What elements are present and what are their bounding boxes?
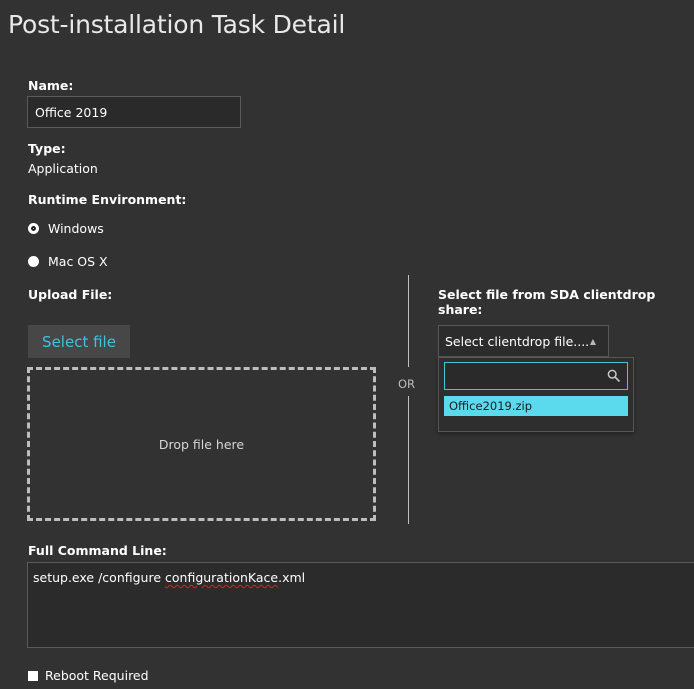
reboot-required-checkbox[interactable]: Reboot Required [28, 668, 149, 683]
radio-windows-indicator[interactable] [28, 223, 39, 234]
upload-file-label: Upload File: [28, 287, 113, 302]
radio-windows[interactable]: Windows [28, 221, 104, 236]
clientdrop-search-box[interactable] [444, 362, 628, 390]
drop-zone[interactable]: Drop file here [27, 367, 376, 521]
clientdrop-search-input[interactable] [445, 363, 612, 387]
page-title: Post-installation Task Detail [8, 10, 346, 39]
radio-windows-label: Windows [48, 221, 104, 236]
command-config-name: configurationKace [165, 570, 279, 585]
full-command-line-label: Full Command Line: [28, 543, 167, 558]
reboot-required-label: Reboot Required [45, 668, 149, 683]
drop-zone-text: Drop file here [158, 436, 245, 452]
clientdrop-select-value: Select clientdrop file.... [445, 333, 590, 349]
caret-up-icon: ▲ [589, 336, 596, 346]
radio-mac-os-x[interactable]: Mac OS X [28, 254, 108, 269]
command-prefix: setup.exe /configure [33, 570, 165, 585]
divider-bottom [408, 396, 409, 524]
clientdrop-file-select[interactable]: Select clientdrop file.... ▲ [438, 325, 609, 357]
search-icon [607, 369, 620, 382]
radio-mac-os-x-indicator[interactable] [28, 256, 39, 267]
command-line-input[interactable]: setup.exe /configure configurationKace.x… [27, 562, 694, 648]
reboot-required-box[interactable] [28, 670, 38, 681]
clientdrop-share-label: Select file from SDA clientdrop share: [438, 287, 656, 317]
or-separator: OR [398, 377, 416, 391]
name-input[interactable] [27, 96, 241, 128]
runtime-environment-label: Runtime Environment: [28, 192, 187, 207]
type-value: Application [28, 161, 98, 176]
radio-mac-os-x-label: Mac OS X [48, 254, 108, 269]
type-label: Type: [28, 141, 66, 156]
dropdown-option[interactable]: Office2019.zip [444, 396, 628, 416]
select-file-button[interactable]: Select file [28, 325, 130, 358]
command-suffix: .xml [278, 570, 306, 585]
divider-top [408, 275, 409, 367]
name-label: Name: [28, 78, 74, 93]
clientdrop-dropdown: Office2019.zip [438, 357, 634, 432]
command-line-text: setup.exe /configure configurationKace.x… [33, 570, 305, 585]
